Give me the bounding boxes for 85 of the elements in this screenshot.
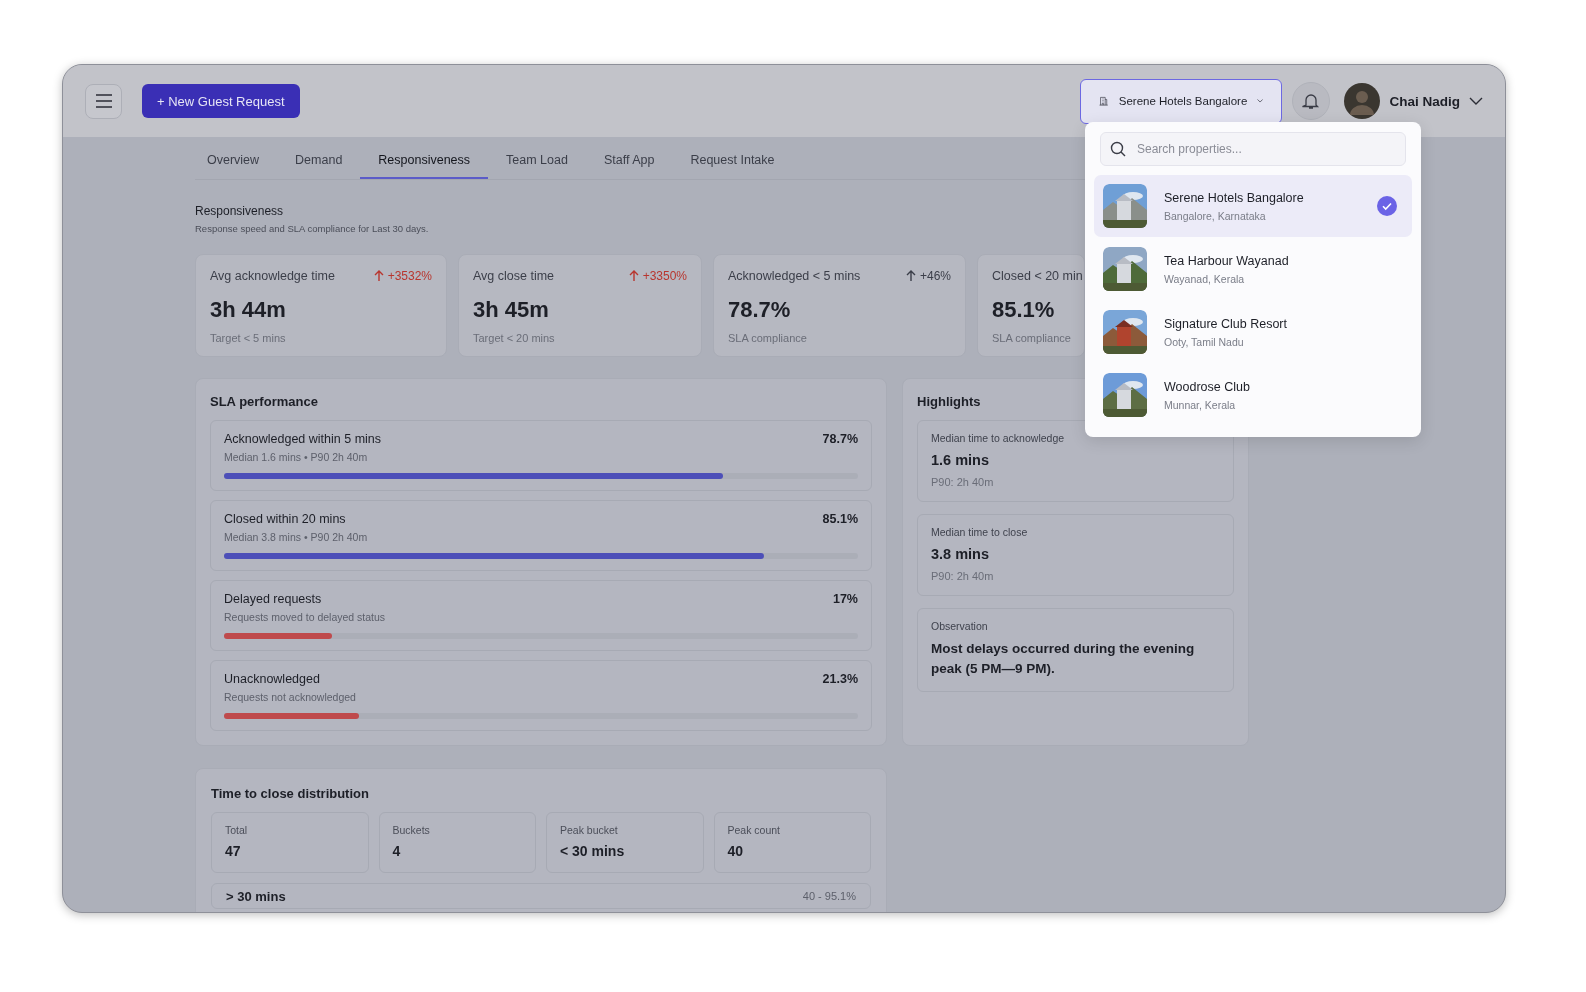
stat-label: Peak count <box>727 824 782 836</box>
property-location: Ooty, Tamil Nadu <box>1164 335 1245 348</box>
bucket-value: 40 - 95.1% <box>802 890 856 902</box>
property-option[interactable]: Serene Hotels Bangalore Bangalore, Karnataka <box>1094 175 1412 237</box>
highlight-detail: P90: 2h 40m <box>931 570 995 582</box>
property-option[interactable]: Woodrose Club Munnar, Kerala <box>1094 364 1412 426</box>
stat-value: 40 <box>727 843 745 859</box>
trend-value: +3350% <box>628 269 687 283</box>
chevron-down-icon <box>1257 97 1264 105</box>
arrow-up-icon <box>373 270 384 282</box>
kpi-value: 3h 44m <box>210 297 287 323</box>
sla-label: Closed within 20 mins <box>224 512 346 526</box>
tab[interactable]: Staff App <box>585 141 673 179</box>
tab[interactable]: Responsiveness <box>360 141 489 179</box>
kpi-caption: SLA compliance <box>992 332 1072 344</box>
sla-detail: Median 1.6 mins • P90 2h 40m <box>224 451 369 463</box>
property-location: Wayanad, Kerala <box>1164 272 1246 285</box>
user-name: Chai Nadig <box>1389 93 1460 109</box>
kpi-label: Avg close time <box>473 269 555 283</box>
property-option[interactable]: Tea Harbour Wayanad Wayanad, Kerala <box>1094 238 1412 300</box>
kpi-value: 78.7% <box>728 297 792 323</box>
sla-label: Unacknowledged <box>224 672 320 686</box>
menu-icon <box>94 94 113 108</box>
property-location: Bangalore, Karnataka <box>1164 209 1267 222</box>
panel-title: SLA performance <box>210 394 318 409</box>
property-name: Signature Club Resort <box>1164 316 1288 331</box>
property-selector[interactable]: Serene Hotels Bangalore <box>1080 78 1283 124</box>
property-name: Woodrose Club <box>1164 379 1251 394</box>
kpi-value: 3h 45m <box>473 297 550 323</box>
chevron-down-icon <box>1469 97 1483 105</box>
kpi-caption: Target < 5 mins <box>210 332 287 344</box>
search-field[interactable]: Search properties... <box>1100 132 1406 166</box>
sla-detail: Median 3.8 mins • P90 2h 40m <box>224 531 369 543</box>
bell-icon <box>1302 92 1321 110</box>
kpi-label: Avg acknowledge time <box>210 269 335 283</box>
property-option[interactable]: Signature Club Resort Ooty, Tamil Nadu <box>1094 301 1412 363</box>
sla-detail: Requests not acknowledged <box>224 691 357 703</box>
sla-detail: Requests moved to delayed status <box>224 611 387 623</box>
menu-button[interactable] <box>85 83 122 119</box>
sla-value: 85.1% <box>822 512 858 526</box>
search-icon <box>1110 141 1126 157</box>
kpi-caption: SLA compliance <box>728 332 808 344</box>
trend-value: +46% <box>905 269 951 283</box>
arrow-up-icon <box>905 270 916 282</box>
sla-label: Delayed requests <box>224 592 322 606</box>
sla-label: Acknowledged within 5 mins <box>224 432 382 446</box>
stat-label: Buckets <box>392 824 431 836</box>
check-icon <box>1377 196 1397 216</box>
panel-title: Time to close distribution <box>211 786 369 801</box>
highlight-label: Observation <box>931 620 989 632</box>
tab[interactable]: Team Load <box>488 141 586 179</box>
tab[interactable]: Demand <box>277 141 361 179</box>
stat-value: 4 <box>392 843 402 859</box>
avatar <box>1344 83 1381 119</box>
highlight-detail: P90: 2h 40m <box>931 476 995 488</box>
section-title: Responsiveness <box>195 204 284 218</box>
arrow-up-icon <box>628 270 639 282</box>
stat-label: Total <box>225 824 249 836</box>
section-subtitle: Response speed and SLA compliance for Last 30 days. <box>195 223 429 234</box>
kpi-label: Closed < 20 min <box>992 269 1083 283</box>
stat-value: < 30 mins <box>560 843 626 859</box>
stat-label: Peak bucket <box>560 824 619 836</box>
highlight-label: Median time to close <box>931 526 1029 538</box>
sla-value: 21.3% <box>822 672 858 686</box>
kpi-value: 85.1% <box>992 297 1056 323</box>
observation-text: Most delays occurred during the evening peak (5 PM—9 PM). <box>931 640 1196 679</box>
notifications-button[interactable] <box>1292 82 1331 120</box>
kpi-label: Acknowledged < 5 mins <box>728 269 861 283</box>
highlight-label: Median time to acknowledge <box>931 432 1066 444</box>
kpi-caption: Target < 20 mins <box>473 332 556 344</box>
tab[interactable]: Overview <box>195 141 278 179</box>
highlight-value: 1.6 mins <box>931 452 991 468</box>
sla-value: 78.7% <box>822 432 858 446</box>
trend-value: +3532% <box>373 269 432 283</box>
highlight-value: 3.8 mins <box>931 546 991 562</box>
panel-title: Highlights <box>917 394 981 409</box>
property-name: Serene Hotels Bangalore <box>1164 190 1305 205</box>
stat-value: 47 <box>225 843 242 859</box>
tab[interactable]: Request Intake <box>672 141 793 179</box>
property-name: Tea Harbour Wayanad <box>1164 253 1290 268</box>
property-location: Munnar, Kerala <box>1164 398 1237 411</box>
bucket-label: > 30 mins <box>226 888 286 904</box>
new-request-button[interactable]: + New Guest Request <box>142 84 300 118</box>
user-menu[interactable]: Chai Nadig <box>1344 83 1483 119</box>
sla-value: 17% <box>832 592 858 606</box>
